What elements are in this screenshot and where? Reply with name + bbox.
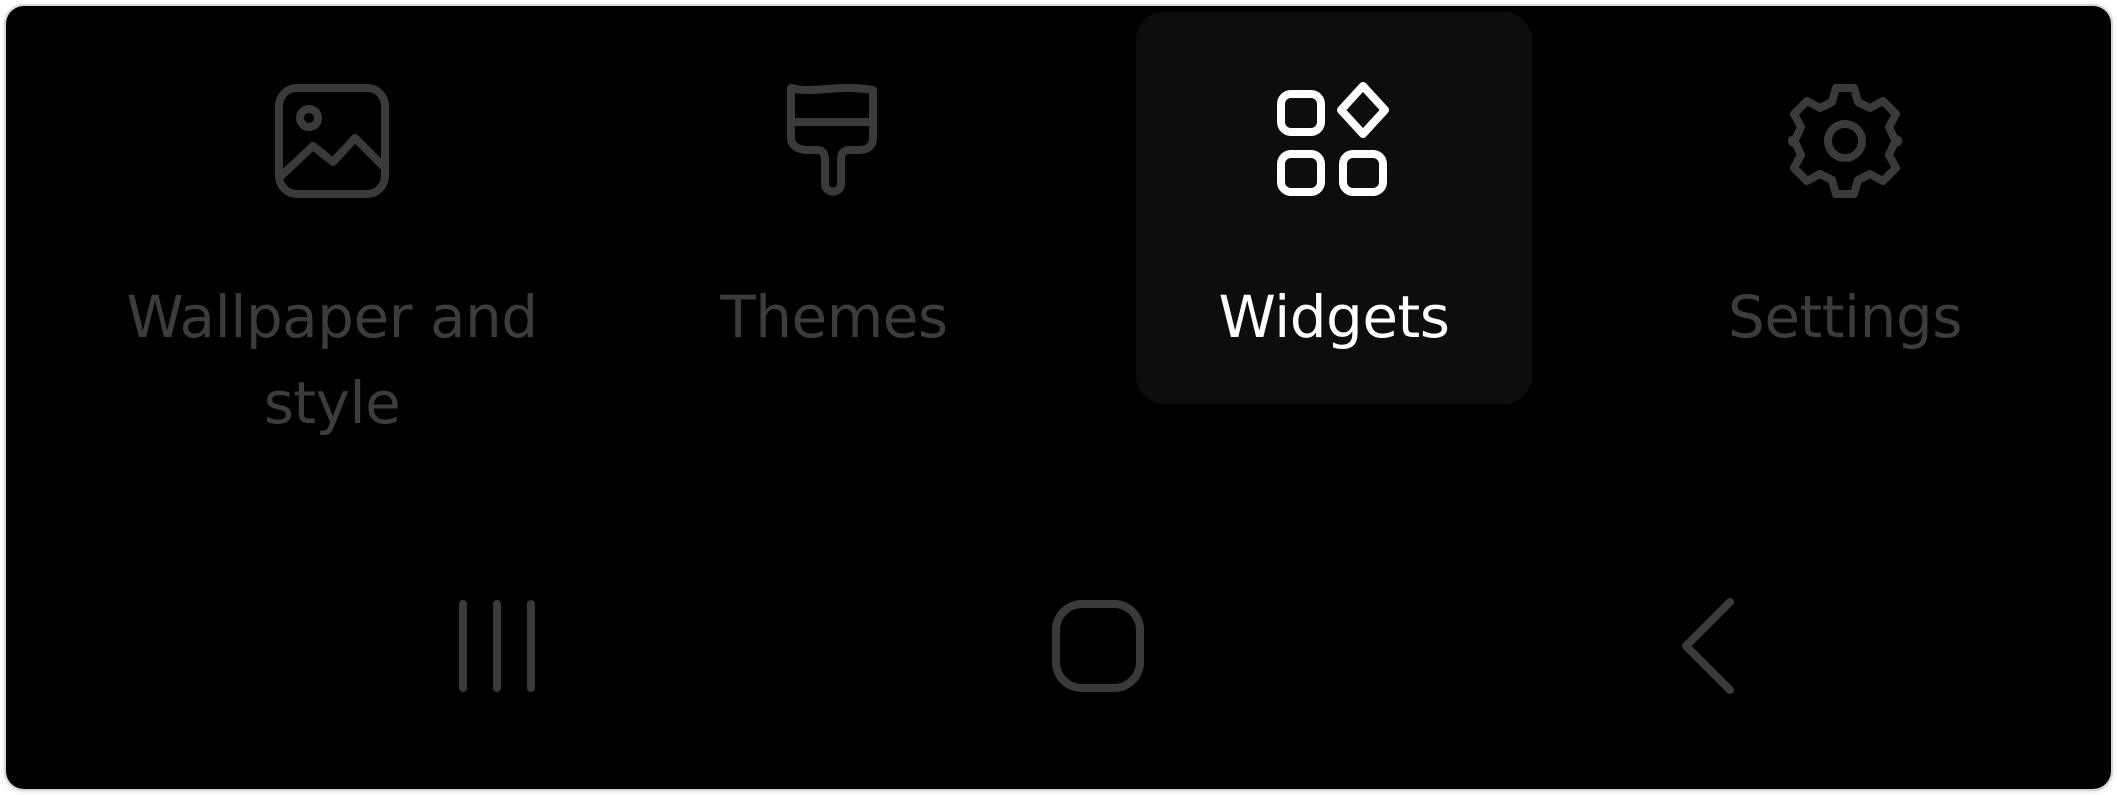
menu-item-label: Widgets xyxy=(1218,283,1450,351)
home-screen-edit-menu: Wallpaper and style Themes Widgets Setti… xyxy=(6,6,2111,789)
nav-recents-button[interactable] xyxy=(427,586,567,706)
menu-item-label: Wallpaper and style xyxy=(126,283,538,437)
widgets-icon xyxy=(1273,80,1395,202)
menu-item-label: Themes xyxy=(720,283,948,351)
nav-back-button[interactable] xyxy=(1638,586,1778,706)
home-icon xyxy=(1052,600,1144,692)
menu-item-settings[interactable]: Settings xyxy=(1647,12,2043,404)
recents-icon xyxy=(459,600,535,692)
menu-item-label: Settings xyxy=(1728,283,1962,351)
paintbrush-icon xyxy=(773,80,895,202)
menu-item-widgets[interactable]: Widgets xyxy=(1136,12,1532,404)
menu-item-wallpaper-and-style[interactable]: Wallpaper and style xyxy=(126,12,538,437)
image-icon xyxy=(271,80,393,202)
back-icon xyxy=(1682,598,1734,694)
nav-home-button[interactable] xyxy=(1028,586,1168,706)
gear-icon xyxy=(1784,80,1906,202)
menu-item-themes[interactable]: Themes xyxy=(636,12,1032,404)
